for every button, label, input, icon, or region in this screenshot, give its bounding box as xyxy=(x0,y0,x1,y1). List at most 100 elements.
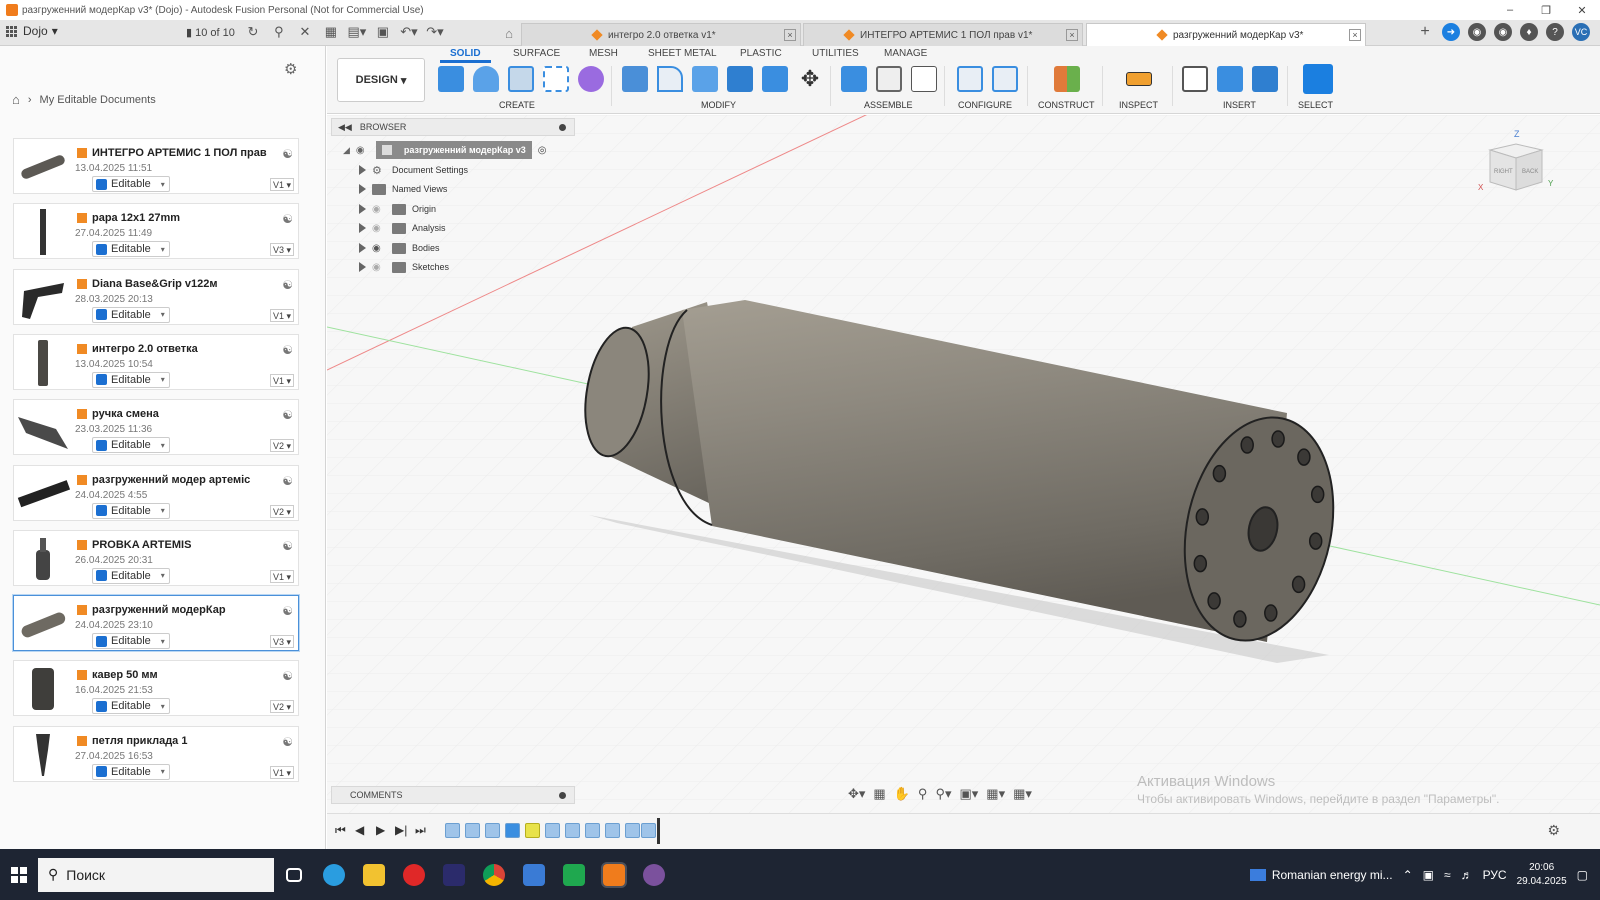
version-badge[interactable]: V2 ▾ xyxy=(269,439,294,453)
notifications-icon[interactable]: ♦ xyxy=(1520,23,1538,41)
timeline-feature[interactable] xyxy=(641,823,656,838)
display-settings-icon[interactable]: ▣▾ xyxy=(959,786,978,802)
document-card[interactable]: Diana Base&Grip v122м 28.03.2025 20:13 Edi… xyxy=(13,268,299,325)
tab-utilities[interactable]: UTILITIES xyxy=(812,48,859,59)
version-badge[interactable]: V1 ▾ xyxy=(269,765,294,779)
expand-icon[interactable] xyxy=(359,243,366,253)
extrude-icon[interactable] xyxy=(473,66,499,92)
browser-header[interactable]: ◀◀ BROWSER xyxy=(331,118,575,136)
new-component-assemble-icon[interactable] xyxy=(841,66,867,92)
version-badge[interactable]: V3 ▾ xyxy=(269,635,294,649)
save-icon[interactable]: ▣ xyxy=(375,24,391,40)
tree-item-sketches[interactable]: ◉ Sketches xyxy=(359,258,449,276)
edge-app[interactable] xyxy=(314,858,354,892)
measure-icon[interactable] xyxy=(1126,72,1152,86)
start-button[interactable] xyxy=(0,858,38,892)
document-card[interactable]: петля приклада 1 27.04.2025 16:53 Editable… xyxy=(13,725,299,782)
table-icon[interactable] xyxy=(911,66,937,92)
grid-icon[interactable]: ▦ xyxy=(323,24,339,40)
app-4[interactable] xyxy=(434,858,474,892)
editable-dropdown[interactable]: Editable ▾ xyxy=(92,306,170,323)
tree-item-origin[interactable]: ◉ Origin xyxy=(359,200,436,218)
task-view-button[interactable] xyxy=(274,858,314,892)
fillet-icon[interactable] xyxy=(657,66,683,92)
timeline-settings-icon[interactable]: ⚙ xyxy=(1547,822,1560,839)
chrome-app[interactable] xyxy=(474,858,514,892)
document-name[interactable]: разгруженний модерКар xyxy=(77,604,226,616)
online-status-icon[interactable]: ◉ xyxy=(1494,23,1512,41)
share-icon[interactable]: ☯ xyxy=(282,474,293,488)
share-icon[interactable]: ☯ xyxy=(282,147,293,161)
revolve-icon[interactable] xyxy=(508,66,534,92)
document-card[interactable]: ИНТЕГРО АРТЕМИС 1 ПОЛ прав 13.04.2025 11:… xyxy=(13,138,299,194)
group-insert[interactable]: INSERT xyxy=(1223,100,1256,110)
eye-icon[interactable]: ◉ xyxy=(372,204,386,215)
expand-icon[interactable] xyxy=(359,223,366,233)
document-card[interactable]: PROBKA ARTEMIS 26.04.2025 20:31 Editable ▾ ☯… xyxy=(13,529,299,586)
wifi-icon[interactable]: ≈ xyxy=(1444,868,1451,882)
editable-dropdown[interactable]: Editable ▾ xyxy=(92,502,170,519)
eye-icon[interactable]: ◉ xyxy=(372,243,386,254)
meet-icon[interactable]: ▣ xyxy=(1423,868,1434,882)
version-badge[interactable]: V3 ▾ xyxy=(269,243,294,257)
timeline-feature[interactable] xyxy=(585,823,600,838)
version-badge[interactable]: V2 ▾ xyxy=(269,700,294,714)
extensions-icon[interactable]: ➜ xyxy=(1442,23,1460,41)
tab-plastic[interactable]: PLASTIC xyxy=(740,48,782,59)
language-indicator[interactable]: РУС xyxy=(1483,868,1507,882)
timeline-marker[interactable] xyxy=(657,818,660,844)
undo-icon[interactable]: ↶▾ xyxy=(400,24,417,40)
eye-icon[interactable]: ◉ xyxy=(356,145,370,156)
opera-app[interactable] xyxy=(394,858,434,892)
tree-item-bodies[interactable]: ◉ Bodies xyxy=(359,239,440,257)
file-menu-icon[interactable]: ▤▾ xyxy=(347,24,366,40)
home-tab-icon[interactable]: ⌂ xyxy=(498,24,520,42)
previous-step-icon[interactable]: ◀ xyxy=(355,823,364,837)
select-icon[interactable] xyxy=(1303,64,1333,94)
search-icon[interactable]: ⚲ xyxy=(271,24,287,40)
version-badge[interactable]: V1 ▾ xyxy=(269,373,294,387)
version-badge[interactable]: V1 ▾ xyxy=(269,308,294,322)
tab-solid[interactable]: SOLID xyxy=(440,48,490,63)
group-assemble[interactable]: ASSEMBLE xyxy=(864,100,913,110)
timeline-feature[interactable] xyxy=(605,823,620,838)
timeline-feature[interactable] xyxy=(545,823,560,838)
store-app[interactable] xyxy=(514,858,554,892)
document-thumbnail[interactable] xyxy=(16,403,70,453)
tree-item-named-views[interactable]: Named Views xyxy=(359,180,447,198)
expand-icon[interactable] xyxy=(359,204,366,214)
expand-icon[interactable] xyxy=(359,165,366,175)
chevron-up-icon[interactable]: ⌃ xyxy=(1403,868,1413,882)
version-badge[interactable]: V1 ▾ xyxy=(269,569,294,583)
configure-table-icon[interactable] xyxy=(992,66,1018,92)
share-icon[interactable]: ☯ xyxy=(282,212,293,226)
insert-mesh-icon[interactable] xyxy=(1217,66,1243,92)
help-icon[interactable]: ? xyxy=(1546,23,1564,41)
expand-icon[interactable] xyxy=(359,262,366,272)
timeline-feature[interactable] xyxy=(485,823,500,838)
version-badge[interactable]: V2 ▾ xyxy=(269,504,294,518)
document-name[interactable]: петля приклада 1 xyxy=(77,735,187,747)
press-pull-icon[interactable] xyxy=(622,66,648,92)
doc-count[interactable]: ▮ 10 of 10 xyxy=(186,26,235,39)
move-icon[interactable]: ✥ xyxy=(797,66,823,92)
eye-icon[interactable]: ◉ xyxy=(372,223,386,234)
editable-dropdown[interactable]: Editable ▾ xyxy=(92,176,170,192)
new-tab-icon[interactable]: + xyxy=(1416,23,1434,41)
minimize-icon[interactable]: – xyxy=(1492,0,1528,20)
close-tab-icon[interactable]: × xyxy=(1349,29,1361,41)
workspace-switcher[interactable]: DESIGN ▾ xyxy=(337,58,425,102)
look-at-icon[interactable]: ▦ xyxy=(873,786,885,802)
share-icon[interactable]: ☯ xyxy=(282,408,293,422)
document-name[interactable]: интегро 2.0 ответка xyxy=(77,343,198,355)
version-badge[interactable]: V1 ▾ xyxy=(269,178,294,191)
news-widget[interactable]: Romanian energy mi... xyxy=(1249,868,1393,882)
document-thumbnail[interactable] xyxy=(16,469,71,519)
breadcrumb-folder[interactable]: My Editable Documents xyxy=(40,94,156,106)
close-tab-icon[interactable]: × xyxy=(784,29,796,41)
document-thumbnail[interactable] xyxy=(16,338,70,388)
document-name[interactable]: рара 12х1 27mm xyxy=(77,212,180,224)
split-icon[interactable] xyxy=(762,66,788,92)
document-name[interactable]: ИНТЕГРО АРТЕМИС 1 ПОЛ прав xyxy=(77,147,267,159)
collapse-triangle-icon[interactable]: ◢ xyxy=(343,145,350,156)
